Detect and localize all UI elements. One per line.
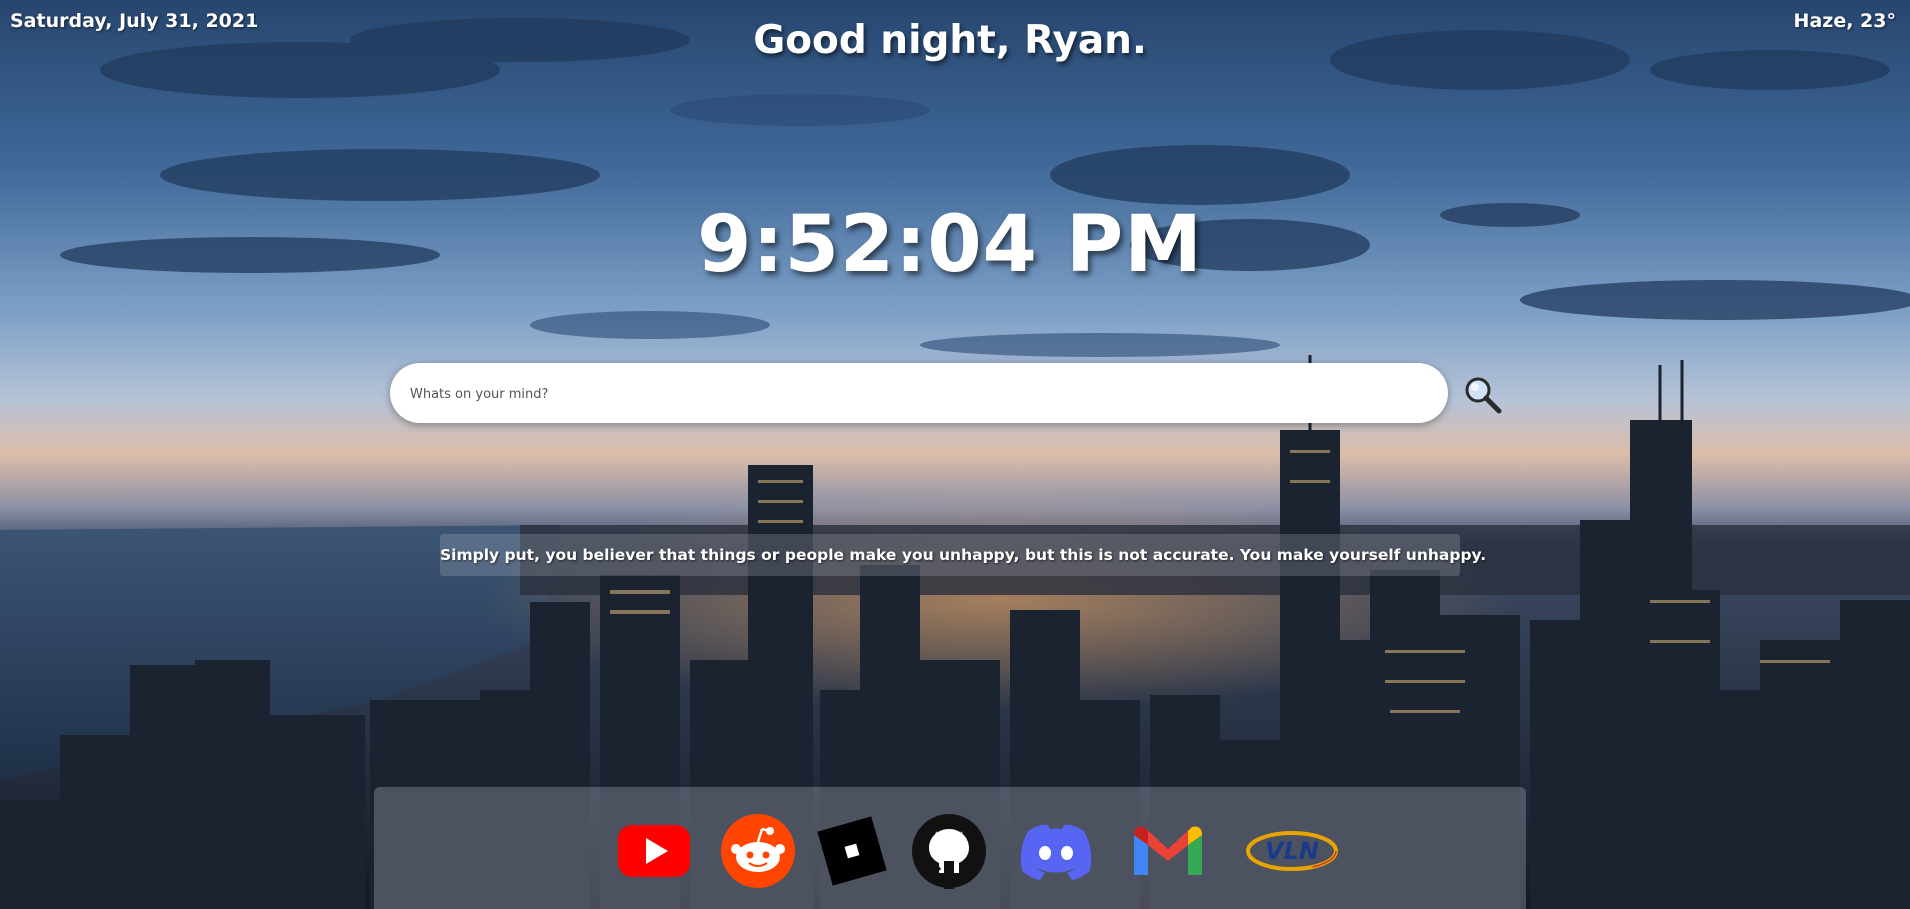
shortcut-vln[interactable]: VLN bbox=[1242, 813, 1342, 889]
discord-icon bbox=[1020, 824, 1092, 880]
roblox-icon bbox=[817, 816, 887, 886]
quote-box: Simply put, you believer that things or … bbox=[440, 534, 1487, 576]
shortcut-github[interactable] bbox=[909, 813, 989, 889]
magnifier-search-icon[interactable] bbox=[1463, 375, 1503, 415]
vln-logo-text: VLN bbox=[1265, 837, 1319, 865]
greeting-message: Good night, Ryan. bbox=[753, 18, 1147, 63]
weather-status: Haze, 23° bbox=[1793, 10, 1896, 32]
daily-quote: Simply put, you believer that things or … bbox=[440, 546, 1487, 564]
shortcut-gmail[interactable] bbox=[1128, 813, 1208, 889]
youtube-icon bbox=[618, 825, 690, 877]
vln-logo-icon: VLN bbox=[1246, 831, 1338, 871]
search-box bbox=[390, 363, 1448, 425]
shortcut-discord[interactable] bbox=[1016, 813, 1096, 889]
search-input[interactable] bbox=[408, 363, 1432, 425]
city-skyline-background bbox=[0, 0, 1910, 909]
new-tab-page: Saturday, July 31, 2021 Good night, Ryan… bbox=[0, 0, 1910, 909]
reddit-icon bbox=[721, 814, 795, 888]
current-time: 9:52:04 PM bbox=[697, 200, 1203, 290]
gmail-icon bbox=[1134, 826, 1202, 875]
shortcut-youtube[interactable] bbox=[614, 813, 694, 889]
github-icon bbox=[912, 814, 986, 889]
shortcut-reddit[interactable] bbox=[718, 813, 798, 889]
shortcut-roblox[interactable] bbox=[812, 813, 892, 889]
